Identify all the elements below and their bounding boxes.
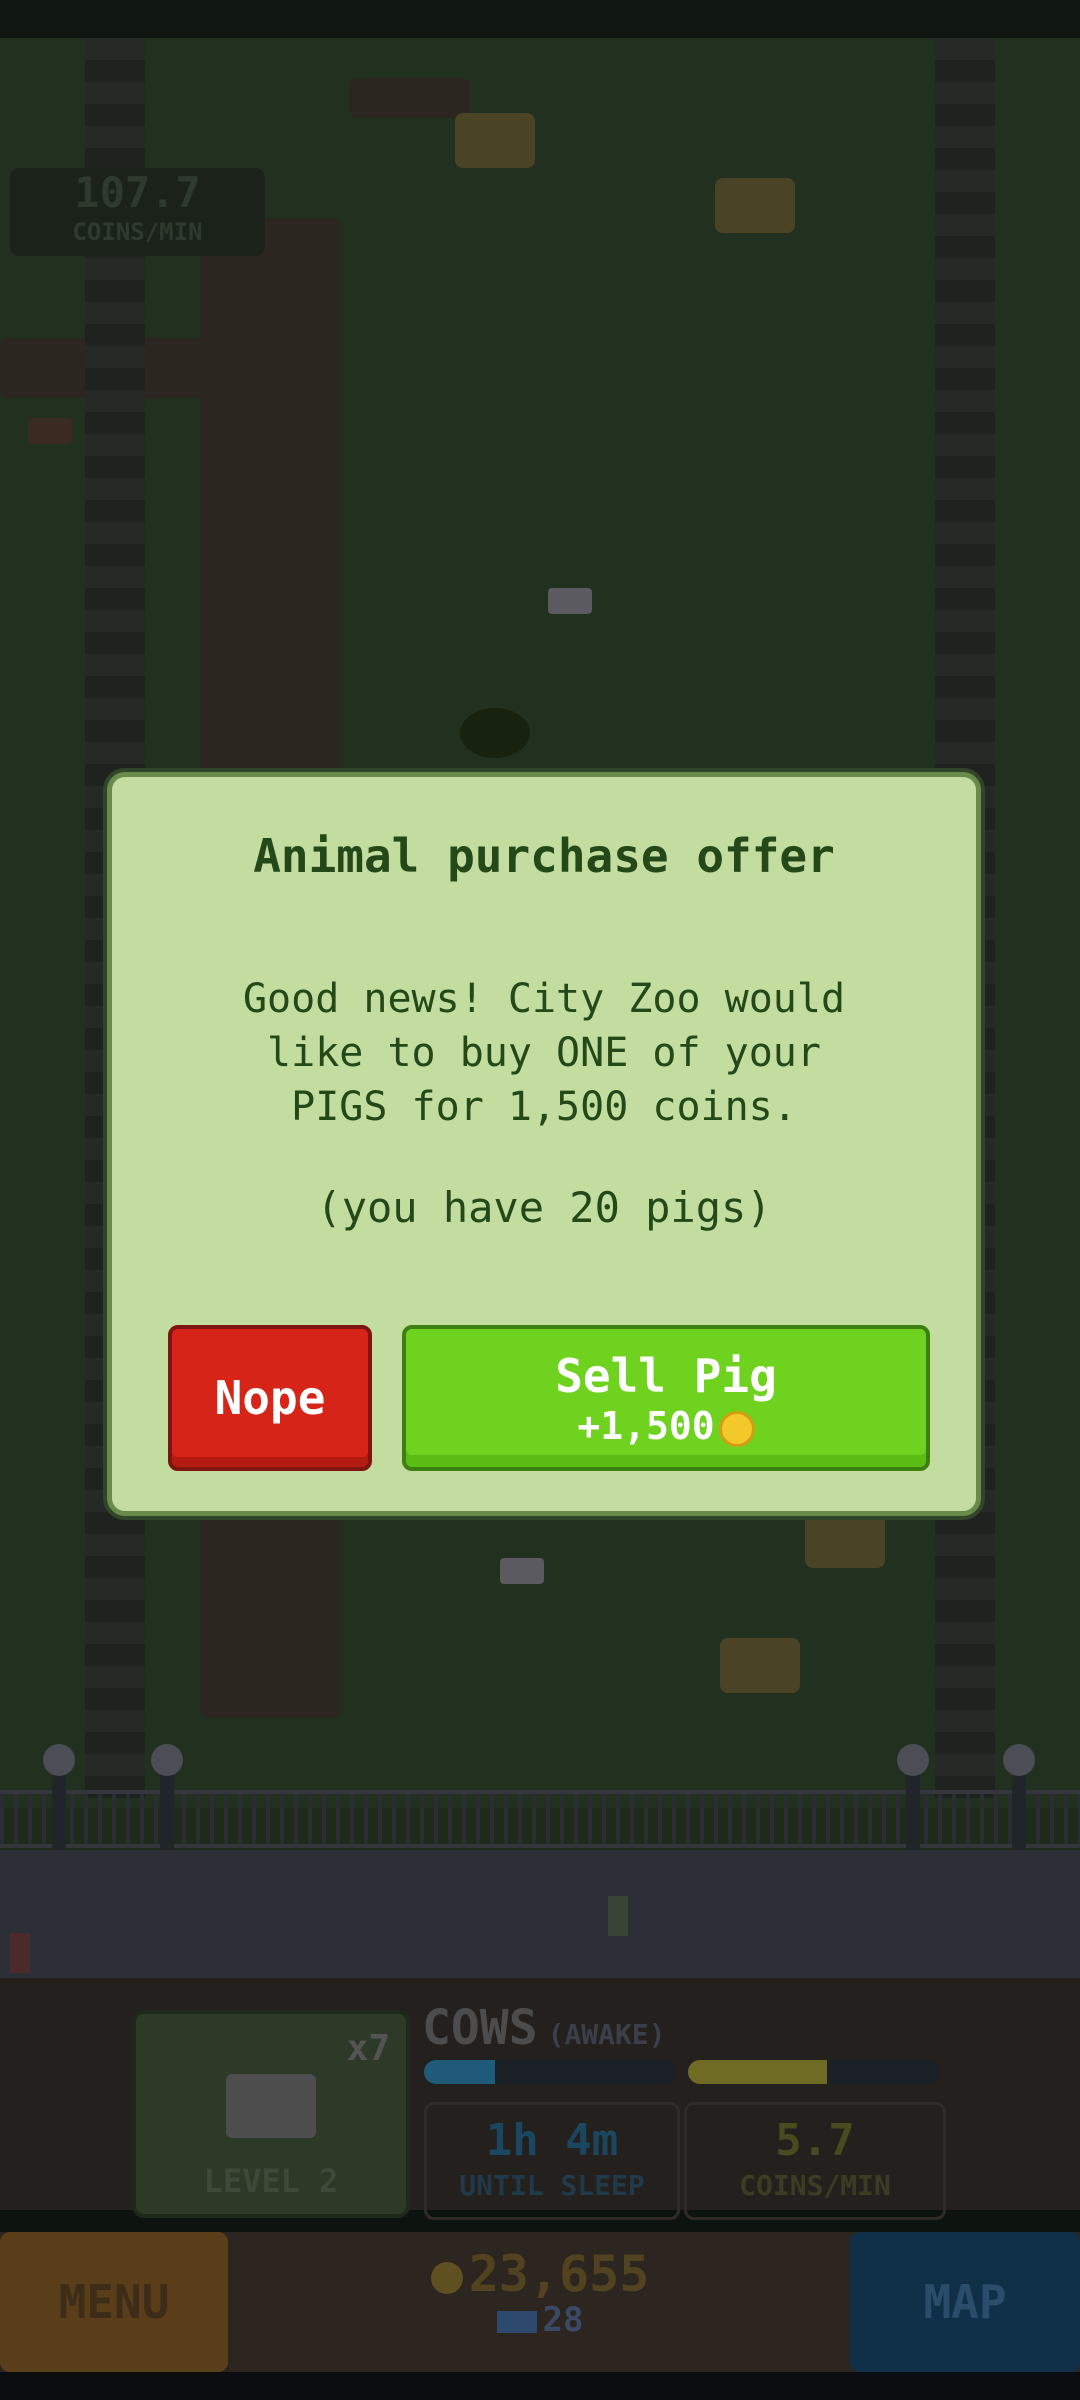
animal-rate-stat: 5.7 COINS/MIN [684,2102,946,2220]
menu-button[interactable]: MENU [0,2232,228,2372]
awake-progress-bar [424,2060,676,2084]
animal-level: LEVEL 2 [203,2162,339,2200]
sleep-stat: 1h 4m UNTIL SLEEP [424,2102,680,2220]
hay-bale [715,178,795,233]
animal-state: (AWAKE) [547,2018,666,2051]
animal-sprite[interactable] [500,1558,544,1584]
income-rate-box: 107.7 COINS/MIN [10,168,265,256]
ticket-icon [496,2310,537,2333]
purchase-offer-dialog: Animal purchase offer Good news! City Zo… [107,772,981,1516]
awake-progress-fill [424,2060,495,2084]
animal-rate-label: COINS/MIN [739,2169,891,2202]
sell-pig-label: Sell Pig [555,1349,777,1403]
dialog-pig-count: (you have 20 pigs) [316,1183,772,1232]
hay-bale [720,1638,800,1693]
income-rate-value: 107.7 [74,168,201,217]
cow-icon [226,2074,316,2138]
coin-balance: 23,655 [230,2245,850,2303]
sidewalk [0,1850,1080,1978]
animal-sprite[interactable] [548,588,592,614]
gem-balance-value: 28 [542,2300,584,2340]
hay-bale [455,113,535,168]
animal-count: x7 [346,2028,390,2069]
sleep-label: UNTIL SLEEP [459,2169,645,2202]
visitor-sprite [608,1896,628,1936]
bush [460,708,530,758]
dialog-title: Animal purchase offer [253,829,835,883]
coin-icon [430,2261,463,2294]
sell-reward-value: +1,500 [577,1404,715,1448]
animal-name: COWS (AWAKE) [422,2000,666,2056]
animal-card[interactable]: x7 LEVEL 2 [132,2010,410,2218]
system-nav-bar [0,2372,1080,2400]
dialog-message: Good news! City Zoo would like to buy ON… [242,976,846,1130]
sleep-value: 1h 4m [485,2115,619,2166]
map-button[interactable]: MAP [850,2232,1080,2372]
dirt-path [350,78,470,118]
sell-pig-button[interactable]: Sell Pig +1,500 [402,1325,930,1471]
visitor-sprite [10,1933,30,1973]
coin-progress-fill [688,2060,827,2084]
sell-reward: +1,500 [406,1403,926,1449]
coin-icon [718,1410,755,1447]
nope-button[interactable]: Nope [168,1325,372,1471]
animal-sprite[interactable] [28,418,72,444]
animal-name-text: COWS [422,2000,538,2056]
coin-balance-value: 23,655 [468,2245,650,2303]
hay-bale [805,1513,885,1568]
animal-rate-value: 5.7 [775,2115,855,2166]
status-bar [0,0,1080,38]
coin-progress-bar [688,2060,940,2084]
income-rate-label: COINS/MIN [72,218,203,246]
gem-balance: 28 [230,2300,850,2340]
